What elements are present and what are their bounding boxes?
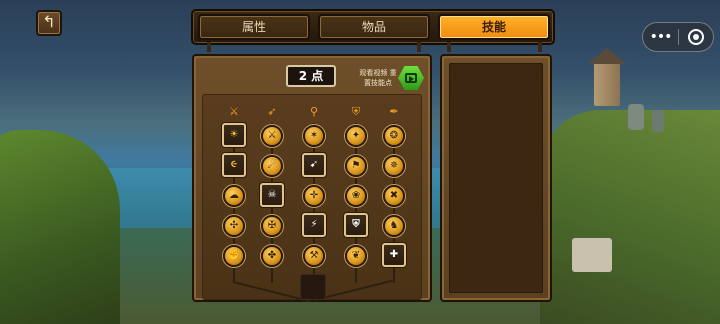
skill-node[interactable]: ♞ (383, 215, 405, 237)
skill-node[interactable]: ૯ (222, 153, 246, 177)
tab-bar: 属性 物品 技能 (191, 9, 555, 45)
skill-node[interactable]: ✊ (223, 245, 245, 267)
skill-node[interactable]: ☁ (223, 185, 245, 207)
skill-node[interactable]: ✵ (383, 155, 405, 177)
skill-node[interactable]: ☀ (222, 123, 246, 147)
skill-node[interactable]: ✠ (261, 215, 283, 237)
staff-icon: ⚲ (309, 105, 319, 118)
hut (572, 238, 612, 272)
skill-node[interactable]: ✤ (261, 245, 283, 267)
return-arrow-icon: ↰ (42, 12, 56, 31)
skill-node[interactable]: ⚡ (302, 213, 326, 237)
target-circle-icon (687, 29, 704, 45)
reset-skills-label: 观看视频 重置技能点 (359, 69, 397, 87)
skill-node[interactable]: ➹ (302, 153, 326, 177)
quill-icon: ✒ (389, 105, 399, 118)
skill-detail-area (449, 63, 543, 293)
skill-node[interactable]: ❦ (345, 245, 367, 267)
skill-node[interactable]: ✖ (383, 185, 405, 207)
empty-skill-slot[interactable] (300, 274, 326, 300)
standing-stone (628, 104, 644, 130)
hanging-rope (538, 42, 542, 52)
skills-panel: 2 点 观看视频 重置技能点 ⚔ ➶ ⚲ ⛨ ✒ ☀ ⚔ ✶ ✦ ❂ ૯ ☄ ➹… (192, 54, 432, 303)
skill-node[interactable]: ✛ (303, 185, 325, 207)
skill-node[interactable]: ✶ (303, 125, 325, 147)
skill-node[interactable]: ⛨ (344, 213, 368, 237)
skill-node[interactable]: ❀ (345, 185, 367, 207)
sword-icon: ⚔ (229, 105, 239, 118)
skill-node[interactable]: ❂ (383, 125, 405, 147)
tree-line (314, 279, 393, 301)
mini-program-capsule: ••• (642, 22, 714, 52)
skill-node[interactable]: ☄ (261, 155, 283, 177)
skill-node[interactable]: ✣ (223, 215, 245, 237)
skill-node[interactable]: ⚑ (345, 155, 367, 177)
skill-tree: ⚔ ➶ ⚲ ⛨ ✒ ☀ ⚔ ✶ ✦ ❂ ૯ ☄ ➹ ⚑ ✵ ☁ ☠ ✛ ❀ ✖ … (202, 94, 422, 303)
skill-points-counter: 2 点 (286, 65, 336, 87)
skill-node[interactable]: ⚔ (261, 125, 283, 147)
skill-detail-panel (440, 54, 552, 302)
skill-node[interactable]: ⚒ (303, 245, 325, 267)
skill-node[interactable]: ✚ (382, 243, 406, 267)
right-island (540, 110, 720, 324)
tab-attributes[interactable]: 属性 (198, 14, 310, 40)
video-play-icon (405, 73, 417, 83)
watch-video-reset-button[interactable] (398, 66, 424, 90)
hanging-rope (417, 42, 421, 52)
tab-items[interactable]: 物品 (318, 14, 430, 40)
skill-node[interactable]: ✦ (345, 125, 367, 147)
shield-icon: ⛨ (351, 105, 361, 118)
close-mini-program-button[interactable] (679, 29, 713, 45)
crossbow-icon: ➶ (267, 105, 277, 118)
more-dots-icon[interactable]: ••• (643, 30, 678, 44)
watch-tower (594, 62, 620, 106)
left-cliff (0, 130, 120, 324)
hanging-rope (207, 42, 211, 52)
hanging-rope (447, 42, 451, 52)
standing-stone (652, 110, 664, 132)
back-button[interactable]: ↰ (36, 10, 62, 36)
skill-node[interactable]: ☠ (260, 183, 284, 207)
tab-skills[interactable]: 技能 (438, 14, 550, 40)
